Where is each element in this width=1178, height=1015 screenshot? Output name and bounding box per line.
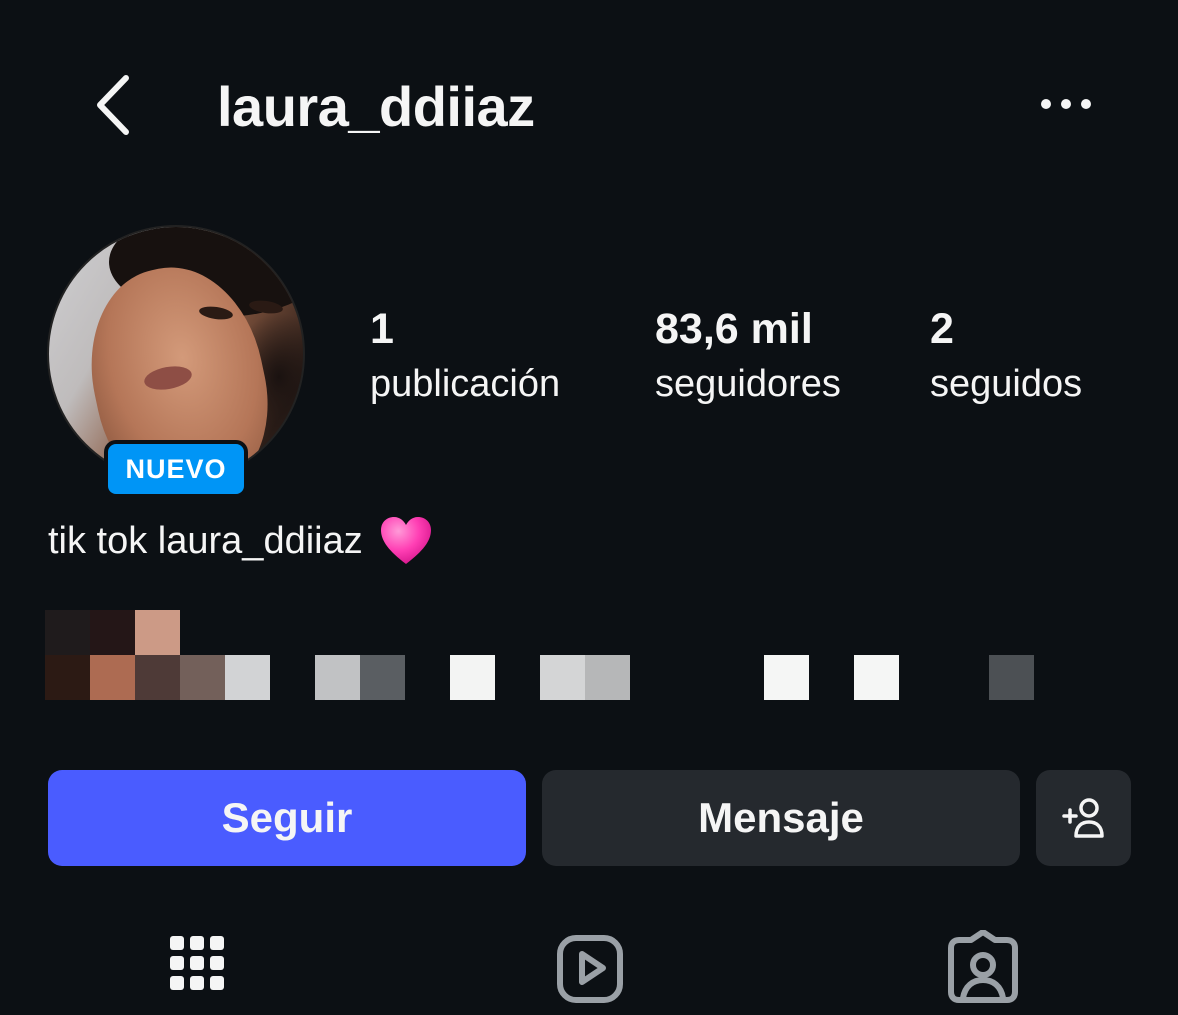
following-label: seguidos [930,363,1083,405]
followers-label: seguidores [655,363,841,405]
message-button-label: Mensaje [698,794,864,841]
follow-button-label: Seguir [221,794,353,841]
more-horizontal-icon[interactable] [1036,84,1096,124]
stat-following[interactable]: 2 seguidos [930,303,1082,413]
profile-page: laura_ddiiaz NUEVO 1 publicación 83,6 mi… [0,0,1178,1015]
following-count: 2 [930,305,954,353]
profile-bio: tik tok laura_ddiiaz [48,515,433,567]
profile-username: laura_ddiiaz [217,75,535,138]
posts-count: 1 [370,305,394,353]
follow-button[interactable]: Seguir [48,770,526,866]
grid-icon[interactable] [168,930,228,1010]
pink-heart-icon [380,517,431,564]
message-button[interactable]: Mensaje [542,770,1020,866]
reels-icon[interactable] [555,930,625,1010]
tagged-icon[interactable] [947,930,1019,1010]
bio-text: tik tok laura_ddiiaz [48,519,363,562]
add-user-icon [1061,798,1104,838]
new-badge-label: NUEVO [108,444,244,494]
posts-label: publicación [370,363,561,405]
stat-posts: 1 publicación [370,303,560,413]
stat-followers[interactable]: 83,6 mil seguidores [655,303,841,413]
suggest-users-button[interactable] [1036,770,1131,866]
followers-count: 83,6 mil [655,305,813,353]
new-badge: NUEVO [104,440,248,498]
pixelated-content [45,610,1045,700]
chevron-left-icon[interactable] [88,70,138,140]
